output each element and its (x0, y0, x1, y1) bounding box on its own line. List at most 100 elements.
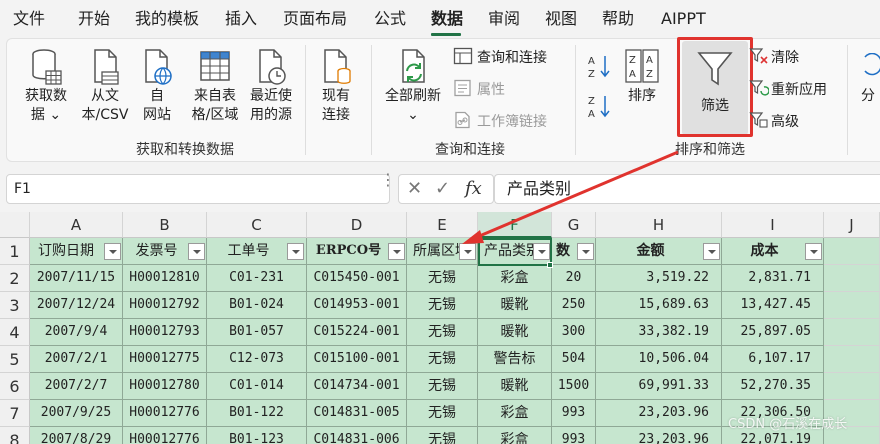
menu-file[interactable]: 文件 (13, 7, 45, 31)
confirm-formula-icon[interactable]: ✓ (435, 178, 450, 199)
cell-cost[interactable]: 13,427.45 (722, 292, 824, 319)
cell-order-date[interactable]: 2007/2/7 (30, 373, 123, 400)
insert-function-icon[interactable]: fx (465, 178, 482, 199)
cell-work-order[interactable]: C01-231 (207, 265, 307, 292)
column-header-c[interactable]: C (207, 212, 307, 238)
reapply-button[interactable]: 重新应用 (749, 79, 827, 99)
menu-my-templates[interactable]: 我的模板 (135, 7, 199, 31)
cell-cost[interactable]: 52,270.35 (722, 373, 824, 400)
row-header-6[interactable]: 6 (0, 373, 30, 400)
cell-region[interactable]: 无锡 (407, 319, 478, 346)
cell-work-order[interactable]: C12-073 (207, 346, 307, 373)
formula-input[interactable]: 产品类别 (494, 174, 880, 204)
filter-dropdown-button[interactable] (703, 243, 720, 260)
workbook-links-button[interactable]: 工作簿链接 (453, 111, 547, 131)
filter-dropdown-button[interactable] (104, 243, 121, 260)
cell-order-date[interactable]: 2007/9/25 (30, 400, 123, 427)
filter-dropdown-button[interactable] (459, 243, 476, 260)
cell-order-date[interactable]: 2007/12/24 (30, 292, 123, 319)
menu-data[interactable]: 数据 (431, 7, 463, 31)
cell-column-j[interactable] (824, 346, 880, 373)
sort-ascending-icon[interactable]: A Z (587, 53, 613, 83)
cell-invoice-no[interactable]: H00012780 (123, 373, 207, 400)
from-table-range-button[interactable]: 来自表 格/区域 (187, 47, 243, 125)
cell-erpco[interactable]: C015450-001 (307, 265, 407, 292)
cell-amount[interactable]: 23,203.96 (596, 400, 722, 427)
cell-column-j[interactable] (824, 265, 880, 292)
menu-review[interactable]: 审阅 (488, 7, 520, 31)
cell-quantity[interactable]: 250 (552, 292, 596, 319)
cell-region[interactable]: 无锡 (407, 427, 478, 444)
refresh-all-button[interactable]: 全部刷新 ⌄ (379, 47, 447, 125)
cell-product-category[interactable]: 彩盒 (478, 265, 552, 292)
name-box[interactable]: F1 (6, 174, 390, 204)
menu-view[interactable]: 视图 (545, 7, 577, 31)
cell-product-category[interactable]: 警告标 (478, 346, 552, 373)
cell-work-order[interactable]: B01-024 (207, 292, 307, 319)
column-header-b[interactable]: B (123, 212, 207, 238)
cell-work-order[interactable]: B01-123 (207, 427, 307, 444)
cell-column-j[interactable] (824, 292, 880, 319)
properties-button[interactable]: 属性 (453, 79, 505, 99)
cell-invoice-no[interactable]: H00012810 (123, 265, 207, 292)
cell-region[interactable]: 无锡 (407, 346, 478, 373)
filter-dropdown-button[interactable] (287, 243, 304, 260)
menu-aippt[interactable]: AIPPT (661, 7, 706, 31)
column-header-f[interactable]: F (478, 212, 552, 238)
cell-quantity[interactable]: 1500 (552, 373, 596, 400)
cell-product-category[interactable]: 暖靴 (478, 373, 552, 400)
cell-cost[interactable]: 2,831.71 (722, 265, 824, 292)
column-header-h[interactable]: H (596, 212, 722, 238)
split-columns-button[interactable]: 分 (861, 53, 880, 106)
cell-erpco[interactable]: C014953-001 (307, 292, 407, 319)
cell-invoice-no[interactable]: H00012776 (123, 400, 207, 427)
cell-column-j[interactable] (824, 373, 880, 400)
clear-filter-button[interactable]: 清除 (749, 47, 799, 67)
cell-region[interactable]: 无锡 (407, 292, 478, 319)
cell-amount[interactable]: 3,519.22 (596, 265, 722, 292)
cell-amount[interactable]: 15,689.63 (596, 292, 722, 319)
column-header-i[interactable]: I (722, 212, 824, 238)
cell-order-date[interactable]: 2007/8/29 (30, 427, 123, 444)
menu-insert[interactable]: 插入 (225, 7, 257, 31)
cell-amount[interactable]: 69,991.33 (596, 373, 722, 400)
cell-work-order[interactable]: B01-057 (207, 319, 307, 346)
cell-invoice-no[interactable]: H00012793 (123, 319, 207, 346)
cell-quantity[interactable]: 504 (552, 346, 596, 373)
recent-sources-button[interactable]: 最近使 用的源 (243, 47, 299, 125)
cell-quantity[interactable]: 20 (552, 265, 596, 292)
cell-erpco[interactable]: C015224-001 (307, 319, 407, 346)
existing-connections-button[interactable]: 现有 连接 (313, 47, 359, 125)
cell-quantity[interactable]: 993 (552, 427, 596, 444)
filter-dropdown-button[interactable] (577, 243, 594, 260)
filter-dropdown-button[interactable] (188, 243, 205, 260)
cell-amount[interactable]: 33,382.19 (596, 319, 722, 346)
row-header-5[interactable]: 5 (0, 346, 30, 373)
cell-invoice-no[interactable]: H00012792 (123, 292, 207, 319)
row-header-2[interactable]: 2 (0, 265, 30, 292)
cell-product-category[interactable]: 暖靴 (478, 319, 552, 346)
cell-region[interactable]: 无锡 (407, 373, 478, 400)
cancel-formula-icon[interactable]: ✕ (407, 178, 422, 199)
row-header-8[interactable]: 8 (0, 427, 30, 444)
menu-formulas[interactable]: 公式 (374, 7, 406, 31)
cell-invoice-no[interactable]: H00012775 (123, 346, 207, 373)
cell-invoice-no[interactable]: H00012776 (123, 427, 207, 444)
fill-handle[interactable] (547, 262, 553, 268)
cell-product-category[interactable]: 彩盒 (478, 400, 552, 427)
select-all-corner[interactable] (0, 212, 30, 238)
sort-button[interactable]: Z A A Z 排序 (619, 47, 665, 106)
cell-cost[interactable]: 6,107.17 (722, 346, 824, 373)
sort-descending-icon[interactable]: Z A (587, 93, 613, 123)
get-data-button[interactable]: 获取数 据 ⌄ (15, 47, 77, 125)
cell-order-date[interactable]: 2007/2/1 (30, 346, 123, 373)
cell-order-date[interactable]: 2007/11/15 (30, 265, 123, 292)
from-web-button[interactable]: 自 网站 (135, 47, 179, 125)
cell-cost[interactable]: 25,897.05 (722, 319, 824, 346)
cell-erpco[interactable]: C015100-001 (307, 346, 407, 373)
cell-region[interactable]: 无锡 (407, 265, 478, 292)
row-header-7[interactable]: 7 (0, 400, 30, 427)
column-header-a[interactable]: A (30, 212, 123, 238)
column-header-j[interactable]: J (824, 212, 880, 238)
cell-erpco[interactable]: C014831-005 (307, 400, 407, 427)
